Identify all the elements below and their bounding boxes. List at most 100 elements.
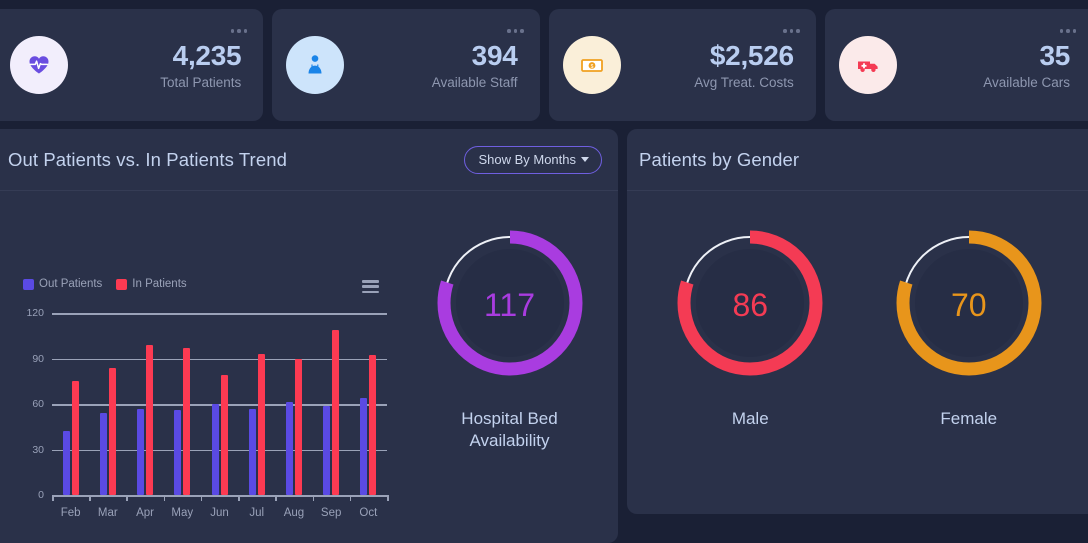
gender-donut-male[interactable]: 86 — [666, 219, 834, 392]
y-axis-tick-label: 60 — [32, 398, 44, 410]
hamburger-menu-icon[interactable] — [362, 280, 379, 293]
x-axis-tick-label: Aug — [283, 507, 305, 519]
x-axis-tick-label: Sep — [320, 507, 342, 519]
y-axis-tick-label: 30 — [32, 443, 44, 456]
bar-in-patients-mar[interactable] — [108, 367, 116, 495]
donut-caption-line2: Availability — [469, 431, 550, 451]
stat-label: Available Cars — [983, 74, 1070, 90]
x-axis-tick-label: Apr — [136, 507, 154, 519]
bar-out-patients-mar[interactable] — [99, 413, 107, 495]
bar-in-patients-aug[interactable] — [294, 358, 302, 495]
page-title: Out Patients vs. In Patients Trend — [8, 148, 287, 170]
stat-label: Avg Treat. Costs — [694, 74, 794, 90]
trend-panel-header: Out Patients vs. In Patients Trend Show … — [0, 129, 618, 191]
gender-panel-header: Patients by Gender — [627, 129, 1088, 191]
legend-item-out-patients[interactable]: Out Patients — [23, 278, 102, 290]
legend-swatch-icon — [116, 278, 128, 290]
svg-text:$: $ — [590, 64, 593, 70]
stat-value: 4,235 — [172, 40, 242, 72]
gender-donuts-row: 86 Male 70 Female — [627, 191, 1088, 514]
ambulance-icon — [838, 36, 897, 94]
stat-cards-row: 4,235 Total Patients 394 Available Staff — [0, 9, 1088, 121]
x-axis-tick-label: Oct — [359, 507, 378, 519]
panels-row: Out Patients vs. In Patients Trend Show … — [0, 129, 1088, 543]
x-axis-tick — [163, 495, 166, 501]
stat-label: Available Staff — [431, 74, 518, 90]
x-axis-tick — [349, 495, 352, 501]
dropdown-label: Show By Months — [478, 151, 576, 167]
bar-in-patients-apr[interactable] — [146, 344, 154, 495]
x-axis-tick-label: Mar — [97, 507, 118, 519]
chevron-down-icon — [581, 156, 589, 162]
donut-value: 86 — [732, 287, 769, 323]
gender-donut-male-group: 86 Male — [666, 219, 834, 430]
x-axis-tick — [126, 495, 128, 501]
stat-text-group: $2,526 Avg Treat. Costs — [621, 40, 800, 89]
bar-out-patients-apr[interactable] — [137, 408, 145, 495]
stat-value: 394 — [471, 40, 518, 72]
bar-in-patients-jun[interactable] — [220, 375, 228, 495]
bar-chart: Out Patients In Patients 0 30 60 90 120 Feb Ma… — [0, 191, 401, 543]
trend-panel-body: Out Patients In Patients 0 30 60 90 120 Feb Ma… — [0, 191, 618, 543]
stat-text-group: 35 Available Cars — [897, 40, 1076, 89]
bar-out-patients-oct[interactable] — [360, 397, 368, 495]
gender-panel: Patients by Gender 86 Male 70 Female — [627, 129, 1088, 514]
stat-value: $2,526 — [709, 40, 794, 72]
gridline — [52, 313, 387, 315]
heartbeat-icon — [10, 36, 68, 94]
hospital-bed-donut-group: 117 Hospital Bed Availability — [401, 191, 618, 543]
stat-text-group: 4,235 Total Patients — [68, 40, 247, 89]
more-options-icon[interactable] — [1059, 29, 1076, 33]
stat-card-available-cars[interactable]: 35 Available Cars — [824, 9, 1088, 121]
legend-item-in-patients[interactable]: In Patients — [116, 278, 187, 290]
hospital-bed-donut[interactable]: 117 — [426, 219, 594, 392]
y-axis-tick-label: 120 — [26, 307, 44, 319]
bar-out-patients-jun[interactable] — [211, 404, 219, 495]
bar-chart-plot-area: 0 30 60 90 120 Feb Mar Apr May Jun Jul Aug Sep Oct — [0, 303, 401, 533]
chart-legend: Out Patients In Patients — [23, 278, 187, 290]
dashboard-page: 4,235 Total Patients 394 Available Staff — [0, 0, 1088, 543]
x-axis-tick-label: Jun — [210, 507, 229, 519]
donut-caption-line1: Hospital Bed — [461, 409, 558, 428]
trend-panel: Out Patients vs. In Patients Trend Show … — [0, 129, 618, 543]
gender-donut-female[interactable]: 70 — [885, 219, 1053, 392]
stat-label: Total Patients — [160, 74, 242, 90]
x-axis-line — [52, 495, 387, 497]
donut-caption: Female — [940, 409, 998, 428]
x-axis-tick — [387, 495, 389, 501]
stat-card-available-staff[interactable]: 394 Available Staff — [272, 9, 540, 121]
bar-in-patients-may[interactable] — [183, 347, 191, 495]
legend-label: Out Patients — [39, 278, 103, 290]
donut-caption: Male — [731, 409, 769, 428]
x-axis-tick — [238, 495, 240, 501]
legend-swatch-icon — [23, 278, 34, 290]
x-axis-tick — [312, 495, 315, 501]
bar-in-patients-jul[interactable] — [257, 353, 265, 495]
x-axis-tick-label: Jul — [249, 507, 265, 519]
stat-card-total-patients[interactable]: 4,235 Total Patients — [0, 9, 264, 121]
bar-out-patients-jul[interactable] — [248, 408, 256, 495]
bar-in-patients-oct[interactable] — [369, 355, 377, 495]
x-axis-tick-label: May — [171, 507, 194, 519]
bar-in-patients-feb[interactable] — [71, 381, 79, 495]
donut-caption: Hospital Bed Availability — [461, 408, 557, 453]
bar-in-patients-sep[interactable] — [332, 329, 340, 495]
more-options-icon[interactable] — [507, 29, 524, 33]
y-axis-tick-label: 90 — [32, 352, 44, 365]
stat-value: 35 — [1039, 40, 1070, 72]
x-axis-tick — [52, 495, 54, 501]
y-axis-tick-label: 0 — [38, 489, 44, 501]
bar-out-patients-may[interactable] — [174, 410, 182, 495]
bar-out-patients-aug[interactable] — [285, 402, 293, 495]
more-options-icon[interactable] — [230, 29, 248, 33]
legend-label: In Patients — [132, 278, 187, 290]
donut-value: 70 — [950, 287, 987, 323]
money-icon: $ — [562, 36, 621, 94]
doctor-icon — [286, 36, 345, 94]
bar-out-patients-sep[interactable] — [323, 405, 331, 495]
bar-out-patients-feb[interactable] — [62, 431, 70, 495]
show-by-months-dropdown[interactable]: Show By Months — [464, 145, 602, 174]
gender-donut-female-group: 70 Female — [885, 219, 1053, 430]
stat-card-avg-treat-costs[interactable]: $ $2,526 Avg Treat. Costs — [548, 9, 816, 121]
more-options-icon[interactable] — [783, 29, 800, 33]
